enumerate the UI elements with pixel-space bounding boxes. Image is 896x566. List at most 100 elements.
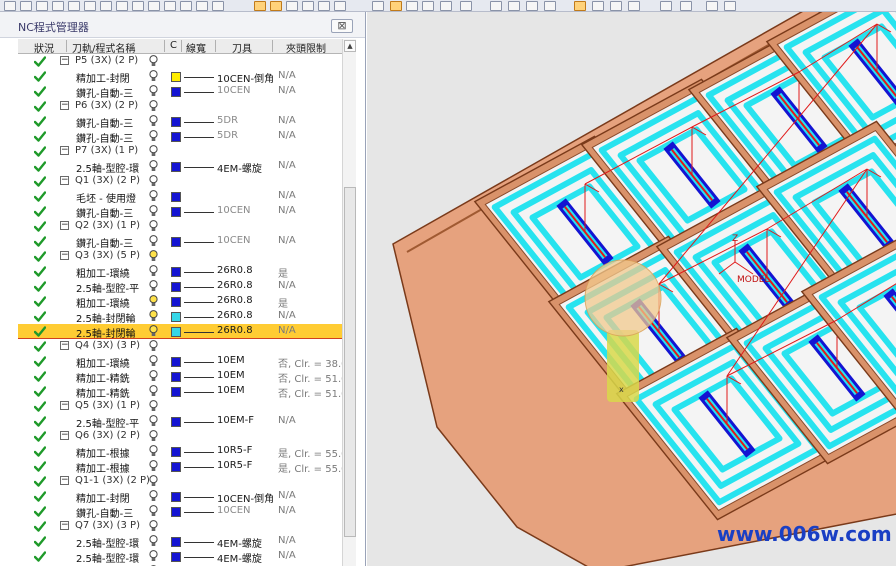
color-swatch[interactable]: [171, 507, 181, 517]
color-swatch[interactable]: [171, 312, 181, 322]
operation-row[interactable]: 精加工-根據 10R5-F 是, Clr. = 55.0: [18, 444, 342, 460]
toolbar-button-active[interactable]: [574, 1, 586, 11]
toolbar-button[interactable]: [490, 1, 502, 11]
tree-group-row[interactable]: − Q7 (3X) (3 P): [18, 519, 342, 534]
visibility-bulb-icon[interactable]: [149, 55, 158, 67]
header-tool[interactable]: 刀具: [232, 40, 252, 55]
operation-row[interactable]: 2.5軸-型腔-環 4EM-螺旋 N/A: [18, 534, 342, 550]
visibility-bulb-icon[interactable]: [149, 475, 158, 487]
toolbar-button[interactable]: [212, 1, 224, 11]
toolbar-button[interactable]: [164, 1, 176, 11]
visibility-bulb-icon[interactable]: [149, 415, 158, 427]
header-clamp-limit[interactable]: 夾頭限制: [286, 40, 326, 55]
visibility-bulb-icon[interactable]: [149, 535, 158, 547]
visibility-bulb-icon[interactable]: [149, 70, 158, 82]
color-swatch[interactable]: [171, 327, 181, 337]
visibility-bulb-icon[interactable]: [149, 175, 158, 187]
toolbar-button[interactable]: [180, 1, 192, 11]
operation-row[interactable]: 毛坯 - 使用燈 N/A: [18, 189, 342, 205]
color-swatch[interactable]: [171, 162, 181, 172]
tree-group-row[interactable]: − Q1-1 (3X) (2 P): [18, 474, 342, 489]
color-swatch[interactable]: [171, 297, 181, 307]
toolbar-button[interactable]: [20, 1, 32, 11]
color-swatch[interactable]: [171, 387, 181, 397]
operation-row[interactable]: 2.5軸-型腔-環 4EM-螺旋 N/A: [18, 159, 342, 175]
toolbar-button[interactable]: [286, 1, 298, 11]
toolbar-button[interactable]: [440, 1, 452, 11]
color-swatch[interactable]: [171, 462, 181, 472]
color-swatch[interactable]: [171, 447, 181, 457]
collapse-toggle-icon[interactable]: −: [60, 56, 69, 65]
visibility-bulb-icon[interactable]: [149, 220, 158, 232]
color-swatch[interactable]: [171, 72, 181, 82]
header-color[interactable]: C: [170, 40, 177, 51]
tree-group-row[interactable]: − P5 (3X) (2 P): [18, 54, 342, 69]
operation-row[interactable]: 鑽孔-自動-三 5DR N/A: [18, 129, 342, 145]
header-separator[interactable]: [181, 40, 182, 52]
color-swatch[interactable]: [171, 537, 181, 547]
header-separator[interactable]: [164, 40, 165, 52]
visibility-bulb-icon[interactable]: [149, 190, 158, 202]
header-toolpath-name[interactable]: 刀軌/程式名稱: [72, 40, 135, 55]
visibility-bulb-icon[interactable]: [149, 100, 158, 112]
operation-row[interactable]: 2.5軸-型腔-環 4EM-螺旋 N/A: [18, 549, 342, 565]
visibility-bulb-icon[interactable]: [149, 250, 158, 262]
toolbar-button[interactable]: [544, 1, 556, 11]
graphics-viewport[interactable]: Z MODEL x www.006w.com: [367, 12, 896, 566]
toolbar-button[interactable]: [422, 1, 434, 11]
collapse-toggle-icon[interactable]: −: [60, 101, 69, 110]
header-separator[interactable]: [66, 40, 67, 52]
toolbar-button[interactable]: [508, 1, 520, 11]
visibility-bulb-icon[interactable]: [149, 430, 158, 442]
visibility-bulb-icon[interactable]: [149, 445, 158, 457]
visibility-bulb-icon[interactable]: [149, 400, 158, 412]
color-swatch[interactable]: [171, 132, 181, 142]
visibility-bulb-icon[interactable]: [149, 160, 158, 172]
visibility-bulb-icon[interactable]: [149, 145, 158, 157]
operation-row[interactable]: 2.5軸-型腔-平 10EM-F N/A: [18, 414, 342, 430]
toolbar-button[interactable]: [36, 1, 48, 11]
operation-row[interactable]: 精加工-根據 10R5-F 是, Clr. = 55.0: [18, 459, 342, 475]
visibility-bulb-icon[interactable]: [149, 325, 158, 337]
operation-row[interactable]: 鑽孔-自動-三 10CEN N/A: [18, 84, 342, 100]
visibility-bulb-icon[interactable]: [149, 280, 158, 292]
toolbar-button[interactable]: [318, 1, 330, 11]
operation-row[interactable]: 2.5軸-封閉輪 26R0.8 N/A: [18, 309, 342, 325]
visibility-bulb-icon[interactable]: [149, 340, 158, 352]
color-swatch[interactable]: [171, 267, 181, 277]
toolbar-button[interactable]: [84, 1, 96, 11]
toolbar-button[interactable]: [628, 1, 640, 11]
visibility-bulb-icon[interactable]: [149, 370, 158, 382]
tree-group-row[interactable]: − Q1 (3X) (2 P): [18, 174, 342, 189]
tree-group-row[interactable]: − Q3 (3X) (5 P): [18, 249, 342, 264]
toolbar-button[interactable]: [132, 1, 144, 11]
operation-row[interactable]: 2.5軸-型腔-平 26R0.8 N/A: [18, 279, 342, 295]
toolbar-button-active[interactable]: [254, 1, 266, 11]
color-swatch[interactable]: [171, 357, 181, 367]
tree-group-row[interactable]: − P7 (3X) (1 P): [18, 144, 342, 159]
visibility-bulb-icon[interactable]: [149, 490, 158, 502]
collapse-toggle-icon[interactable]: −: [60, 431, 69, 440]
toolbar-button[interactable]: [460, 1, 472, 11]
collapse-toggle-icon[interactable]: −: [60, 251, 69, 260]
color-swatch[interactable]: [171, 192, 181, 202]
collapse-toggle-icon[interactable]: −: [60, 341, 69, 350]
color-swatch[interactable]: [171, 417, 181, 427]
operation-row[interactable]: 精加工-封閉 10CEN-倒角 N/A: [18, 489, 342, 505]
visibility-bulb-icon[interactable]: [149, 505, 158, 517]
toolbar-button[interactable]: [724, 1, 736, 11]
operation-row[interactable]: 精加工-封閉 10CEN-倒角 N/A: [18, 69, 342, 85]
toolbar-button[interactable]: [100, 1, 112, 11]
operation-row[interactable]: 粗加工-環繞 10EM 否, Clr. = 38.0: [18, 354, 342, 370]
operation-row[interactable]: 精加工-精銑 10EM 否, Clr. = 51.0: [18, 369, 342, 385]
toolbar-button[interactable]: [52, 1, 64, 11]
toolbar-button[interactable]: [68, 1, 80, 11]
visibility-bulb-icon[interactable]: [149, 115, 158, 127]
color-swatch[interactable]: [171, 282, 181, 292]
visibility-bulb-icon[interactable]: [149, 385, 158, 397]
tree-group-row[interactable]: − Q2 (3X) (1 P): [18, 219, 342, 234]
visibility-bulb-icon[interactable]: [149, 265, 158, 277]
toolbar-button[interactable]: [592, 1, 604, 11]
color-swatch[interactable]: [171, 237, 181, 247]
toolbar-button[interactable]: [526, 1, 538, 11]
